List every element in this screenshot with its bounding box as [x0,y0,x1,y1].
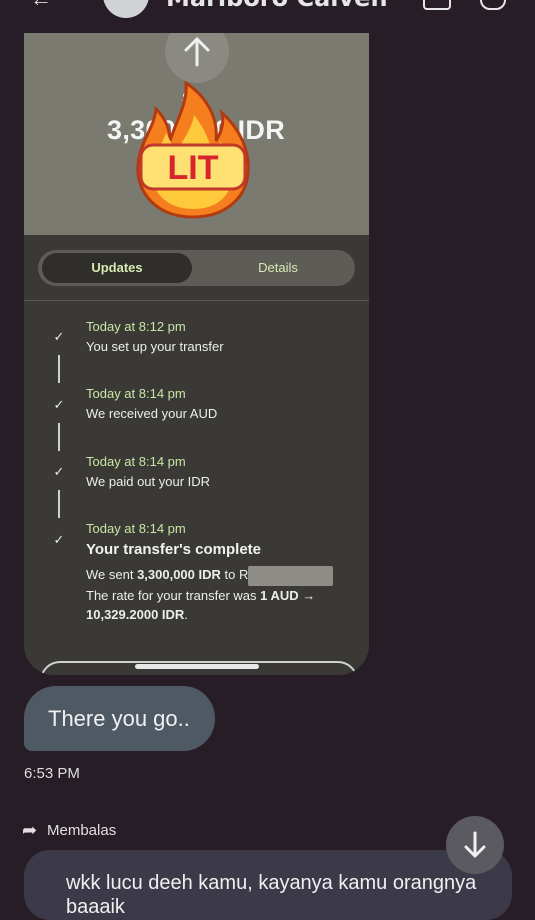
arrow-down-icon [464,831,486,858]
avatar[interactable] [103,0,149,18]
video-call-icon[interactable] [423,0,451,10]
check-icon: ✓ [53,329,65,344]
home-indicator [135,664,259,669]
timeline-time: Today at 8:14 pm [86,386,186,401]
timeline-time: Today at 8:12 pm [86,319,186,334]
timeline-text: You set up your transfer [86,339,224,354]
timeline-connector [58,423,60,451]
shared-screenshot-image[interactable]: S 3,300,000 IDR LIT Updates Details ✓ To… [24,33,369,675]
lit-fire-sticker: LIT [132,79,254,221]
check-icon: ✓ [53,464,65,479]
message-bubble-incoming[interactable]: wkk lucu deeh kamu, kayanya kamu orangny… [24,850,512,920]
transfer-detail: We sent 3,300,000 IDR to R The rate for … [86,565,356,624]
timeline-time: Today at 8:14 pm [86,521,186,536]
check-icon: ✓ [53,532,65,547]
timeline-connector [58,490,60,518]
redacted-name [248,565,334,586]
tab-details: Details [258,260,298,275]
timeline-text: We received your AUD [86,406,218,421]
divider [24,300,369,301]
reply-arrow-icon: ➦ [22,820,38,840]
message-time: 6:53 PM [24,765,80,782]
contact-name[interactable]: Marlboro Calven [166,0,388,12]
message-text: There you go.. [48,706,190,731]
screenshot-header: S 3,300,000 IDR LIT [24,33,369,235]
arrow-up-icon [165,33,229,83]
timeline-time: Today at 8:14 pm [86,454,186,469]
back-arrow-icon[interactable]: ← [30,0,52,12]
timeline-text: We paid out your IDR [86,474,211,489]
sticker-text: LIT [168,149,219,187]
reply-label: Membalas [47,822,117,839]
timeline-connector [58,355,60,383]
message-text-line2: baaaik [66,896,125,918]
segmented-control: Updates Details [38,250,355,286]
tab-updates: Updates [42,253,192,283]
message-bubble-outgoing[interactable]: There you go.. [24,686,215,751]
message-text: wkk lucu deeh kamu, kayanya kamu orangny… [66,872,477,894]
call-icon[interactable] [480,0,506,10]
timeline-title: Your transfer's complete [86,541,262,558]
check-icon: ✓ [53,397,65,412]
scroll-down-button[interactable] [446,816,504,874]
